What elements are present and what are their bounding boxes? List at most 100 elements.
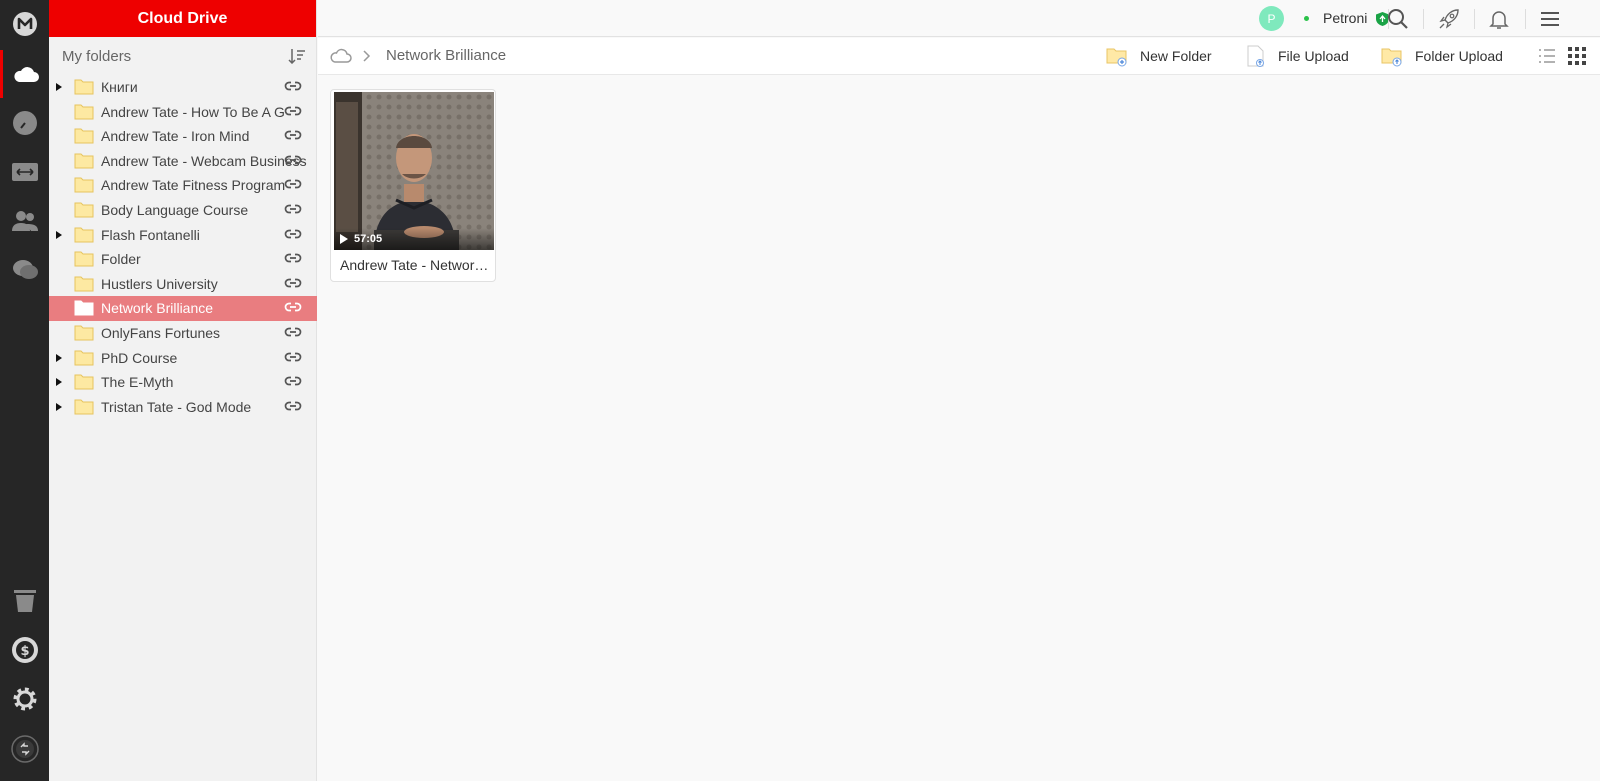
folder-icon: [74, 374, 94, 390]
folder-tree-item[interactable]: OnlyFans Fortunes: [49, 321, 317, 346]
list-view-icon[interactable]: [1538, 47, 1556, 65]
grid-view-icon[interactable]: [1568, 47, 1586, 65]
expand-caret-icon[interactable]: [56, 230, 62, 239]
new-folder-icon: [1106, 48, 1127, 67]
folder-tree-item[interactable]: Flash Fontanelli: [49, 223, 317, 248]
recents-nav[interactable]: [0, 99, 49, 147]
video-thumbnail-image: [334, 92, 494, 250]
folder-icon: [74, 153, 94, 169]
search-icon[interactable]: [1387, 8, 1409, 30]
app-title: Cloud Drive: [49, 0, 316, 37]
my-folders-heading: My folders: [62, 47, 132, 65]
transfers-nav[interactable]: [0, 148, 49, 196]
video-thumbnail: 57:05: [334, 92, 494, 250]
expand-caret-icon[interactable]: [56, 402, 62, 411]
new-folder-label: New Folder: [1140, 48, 1212, 64]
file-tile[interactable]: 57:05 Andrew Tate - Network Brilliance: [330, 89, 496, 282]
username[interactable]: Petroni: [1323, 10, 1367, 26]
breadcrumb-current: Network Brilliance: [386, 47, 507, 64]
folder-tree-item[interactable]: Andrew Tate Fitness Program: [49, 173, 317, 198]
sort-icon[interactable]: [288, 48, 306, 64]
rubbish-bin-nav[interactable]: [0, 577, 49, 625]
link-icon[interactable]: [284, 104, 302, 118]
folder-icon: [74, 177, 94, 193]
folder-tree-item[interactable]: PhD Course: [49, 346, 317, 371]
online-status-dot: [1304, 16, 1309, 21]
chat-icon: [12, 260, 38, 279]
folder-tree-panel: Cloud Drive My folders Книги Andrew Tate …: [49, 0, 317, 781]
folder-tree-item[interactable]: Andrew Tate - How To Be A G: [49, 100, 317, 125]
folder-tree-item[interactable]: Folder: [49, 247, 317, 272]
folder-icon: [74, 79, 94, 95]
bell-icon[interactable]: [1488, 8, 1510, 30]
folder-icon: [74, 276, 94, 292]
cloud-drive-nav[interactable]: [0, 50, 49, 98]
mega-logo-button[interactable]: [0, 0, 49, 48]
link-icon[interactable]: [284, 325, 302, 339]
folder-icon: [74, 350, 94, 366]
sync-nav[interactable]: [0, 725, 49, 773]
contacts-nav[interactable]: [0, 197, 49, 245]
cloud-drive-root-icon[interactable]: [330, 48, 352, 64]
my-folders-header: My folders: [49, 37, 316, 75]
folder-upload-button[interactable]: Folder Upload: [1381, 45, 1503, 67]
expand-caret-icon[interactable]: [56, 83, 62, 91]
folder-upload-icon: [1381, 48, 1402, 67]
link-icon[interactable]: [284, 79, 302, 93]
file-upload-label: File Upload: [1278, 48, 1349, 64]
link-icon[interactable]: [284, 300, 302, 314]
folder-icon: [74, 202, 94, 218]
folder-tree-item[interactable]: Книги: [49, 75, 317, 100]
icon-rail: $: [0, 0, 49, 781]
folder-tree-item[interactable]: The E-Myth: [49, 370, 317, 395]
pro-plan-icon: $: [11, 637, 38, 663]
settings-nav[interactable]: [0, 675, 49, 723]
link-icon[interactable]: [284, 153, 302, 167]
file-upload-icon: [1247, 45, 1264, 67]
top-bar: P Petroni: [318, 0, 1600, 37]
mega-logo-icon: [12, 12, 37, 36]
rocket-icon[interactable]: [1438, 8, 1460, 30]
chat-nav[interactable]: [0, 246, 49, 294]
settings-icon: [13, 687, 36, 711]
link-icon[interactable]: [284, 350, 302, 364]
folder-upload-label: Folder Upload: [1415, 48, 1503, 64]
folder-icon: [74, 104, 94, 120]
pro-plan-nav[interactable]: $: [0, 626, 49, 674]
link-icon[interactable]: [284, 128, 302, 142]
contacts-icon: [11, 211, 38, 231]
svg-text:$: $: [20, 644, 29, 659]
file-upload-button[interactable]: File Upload: [1246, 45, 1349, 67]
file-name: Andrew Tate - Network Brilliance: [340, 257, 490, 273]
link-icon[interactable]: [284, 251, 302, 265]
folder-icon: [74, 227, 94, 243]
recents-icon: [12, 111, 37, 135]
folder-icon: [74, 300, 94, 316]
rubbish-bin-icon: [13, 590, 36, 612]
folder-tree-item[interactable]: Tristan Tate - God Mode: [49, 395, 317, 420]
link-icon[interactable]: [284, 202, 302, 216]
cloud-icon: [14, 67, 39, 82]
folder-tree-item[interactable]: Hustlers University: [49, 272, 317, 297]
topbar-divider: [1474, 9, 1475, 29]
folder-tree-item[interactable]: Network Brilliance: [49, 296, 317, 322]
chevron-right-icon: [363, 50, 371, 62]
expand-caret-icon[interactable]: [56, 353, 62, 362]
link-icon[interactable]: [284, 177, 302, 191]
menu-icon[interactable]: [1539, 8, 1561, 30]
folder-icon: [74, 128, 94, 144]
folder-icon: [74, 251, 94, 267]
link-icon[interactable]: [284, 399, 302, 413]
link-icon[interactable]: [284, 374, 302, 388]
sync-icon: [10, 735, 39, 763]
topbar-divider: [1525, 9, 1526, 29]
folder-tree-item[interactable]: Andrew Tate - Iron Mind: [49, 124, 317, 149]
link-icon[interactable]: [284, 227, 302, 241]
link-icon[interactable]: [284, 276, 302, 290]
folder-tree-item[interactable]: Andrew Tate - Webcam Business: [49, 149, 317, 174]
avatar[interactable]: P: [1259, 6, 1284, 31]
expand-caret-icon[interactable]: [56, 378, 62, 387]
folder-tree-item[interactable]: Body Language Course: [49, 198, 317, 223]
new-folder-button[interactable]: New Folder: [1106, 45, 1212, 67]
folder-icon: [74, 325, 94, 341]
